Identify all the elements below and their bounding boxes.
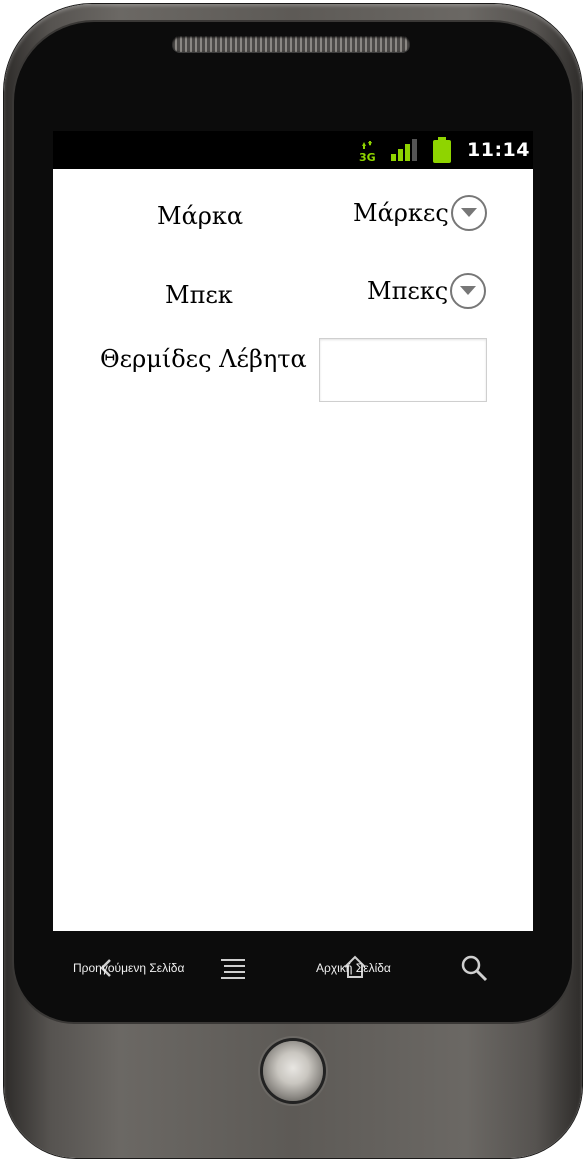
device-screen: 3G 11:14 Μάρκα Μάρκες Μπεκ Μπεκς Θερμίδε… (53, 131, 533, 931)
menu-icon[interactable] (220, 956, 246, 980)
status-time: 11:14 (467, 139, 530, 161)
signal-icon (391, 139, 417, 161)
svg-text:3G: 3G (359, 151, 375, 162)
physical-home-button[interactable] (263, 1041, 323, 1101)
home-button-label[interactable]: Αρχική Σελίδα (316, 961, 391, 975)
brand-label: Μάρκα (157, 202, 244, 230)
burner-selected-value: Μπεκς (367, 277, 449, 305)
back-button-label[interactable]: Προηγούμενη Σελίδα (73, 961, 184, 975)
boiler-calories-label: Θερμίδες Λέβητα (100, 345, 307, 373)
dropdown-arrow-icon[interactable] (450, 273, 487, 309)
search-icon[interactable] (460, 954, 488, 982)
3g-data-icon: 3G (359, 141, 375, 162)
hardware-nav-bar: Προηγούμενη Σελίδα Αρχική Σελίδα (60, 946, 540, 990)
dropdown-arrow-icon[interactable] (450, 195, 487, 231)
earpiece-speaker (172, 36, 410, 52)
burner-select[interactable]: Μπεκς (367, 273, 487, 309)
brand-select[interactable]: Μάρκες (353, 195, 487, 231)
brand-selected-value: Μάρκες (353, 199, 449, 227)
status-bar: 3G 11:14 (53, 131, 533, 169)
burner-label: Μπεκ (165, 281, 233, 309)
battery-icon (433, 137, 451, 163)
boiler-calories-input[interactable] (319, 338, 487, 402)
